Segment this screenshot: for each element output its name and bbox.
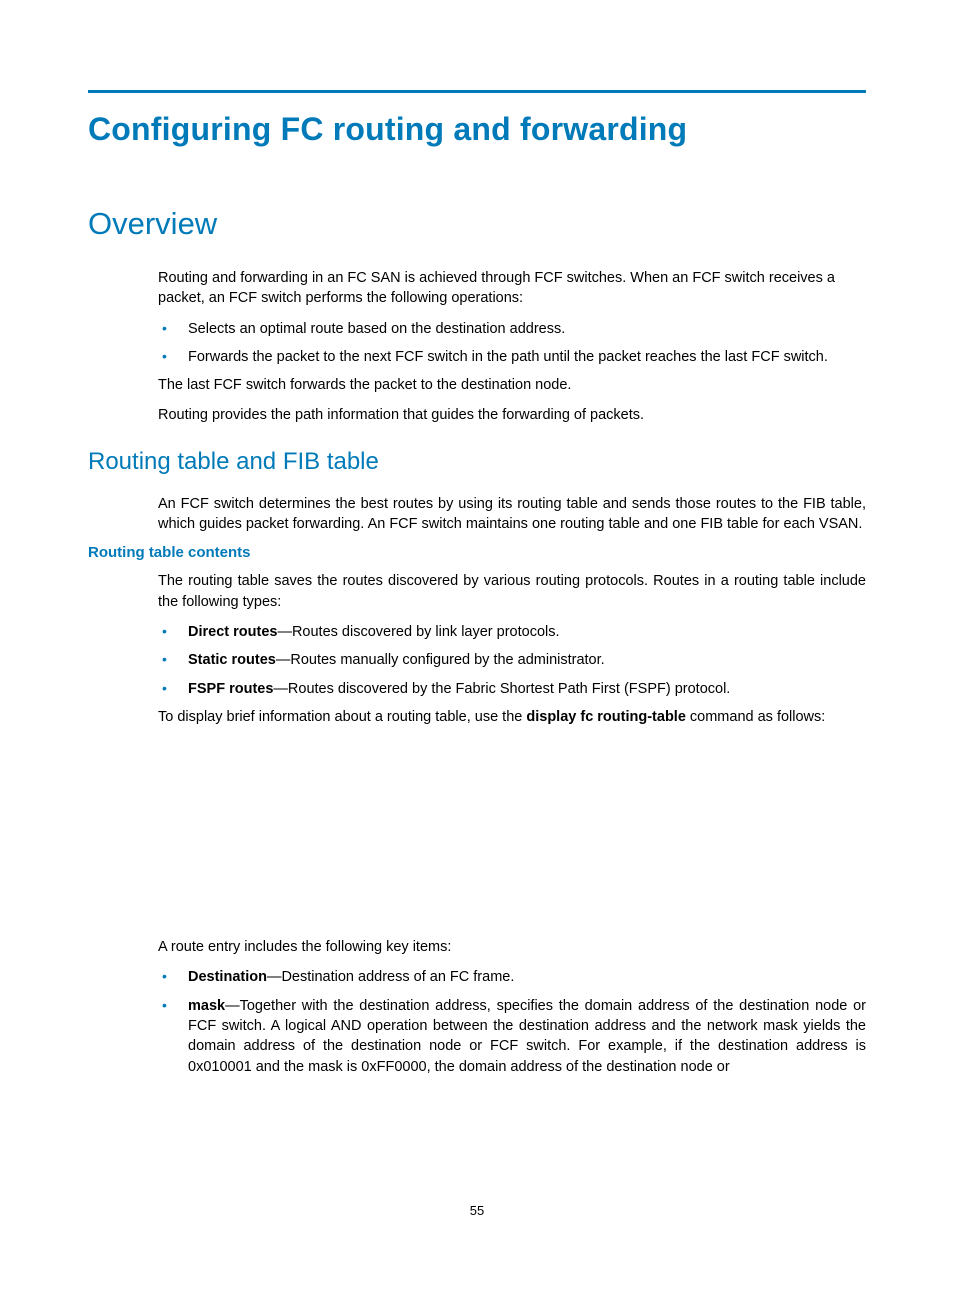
term-destination-desc: —Destination address of an FC frame. [267,969,514,985]
list-item: mask—Together with the destination addre… [158,996,866,1077]
route-entry-intro: A route entry includes the following key… [158,937,866,957]
term-direct-routes-desc: —Routes discovered by link layer protoco… [277,624,559,640]
list-item: Forwards the packet to the next FCF swit… [158,347,866,367]
section-overview: Overview [88,206,866,242]
text-fragment: command as follows: [686,709,825,725]
list-item: Direct routes—Routes discovered by link … [158,622,866,642]
term-fspf-routes-desc: —Routes discovered by the Fabric Shortes… [273,681,730,697]
page-number: 55 [0,1203,954,1218]
command-display-fc-routing-table: display fc routing-table [526,709,686,725]
subsection-routing-fib: Routing table and FIB table [88,448,866,476]
routing-para-1: An FCF switch determines the best routes… [158,494,866,535]
term-destination: Destination [188,969,267,985]
text-fragment: To display brief information about a rou… [158,709,526,725]
term-direct-routes: Direct routes [188,624,277,640]
overview-bullets: Selects an optimal route based on the de… [158,319,866,368]
list-item: FSPF routes—Routes discovered by the Fab… [158,679,866,699]
page-title: Configuring FC routing and forwarding [88,111,866,148]
term-static-routes-desc: —Routes manually configured by the admin… [276,652,605,668]
routing-contents-para-1: The routing table saves the routes disco… [158,571,866,612]
term-static-routes: Static routes [188,652,276,668]
overview-para-1: Routing and forwarding in an FC SAN is a… [158,268,866,309]
overview-para-3: Routing provides the path information th… [158,405,866,425]
list-item: Static routes—Routes manually configured… [158,650,866,670]
route-entry-keys-list: Destination—Destination address of an FC… [158,967,866,1076]
routing-contents-para-2: To display brief information about a rou… [158,707,866,727]
term-fspf-routes: FSPF routes [188,681,273,697]
list-item: Destination—Destination address of an FC… [158,967,866,987]
code-output-placeholder [88,737,866,937]
subsub-routing-table-contents: Routing table contents [88,544,866,561]
top-rule [88,90,866,93]
overview-para-2: The last FCF switch forwards the packet … [158,375,866,395]
term-mask: mask [188,998,225,1014]
route-types-list: Direct routes—Routes discovered by link … [158,622,866,699]
term-mask-desc: —Together with the destination address, … [188,998,866,1075]
list-item: Selects an optimal route based on the de… [158,319,866,339]
